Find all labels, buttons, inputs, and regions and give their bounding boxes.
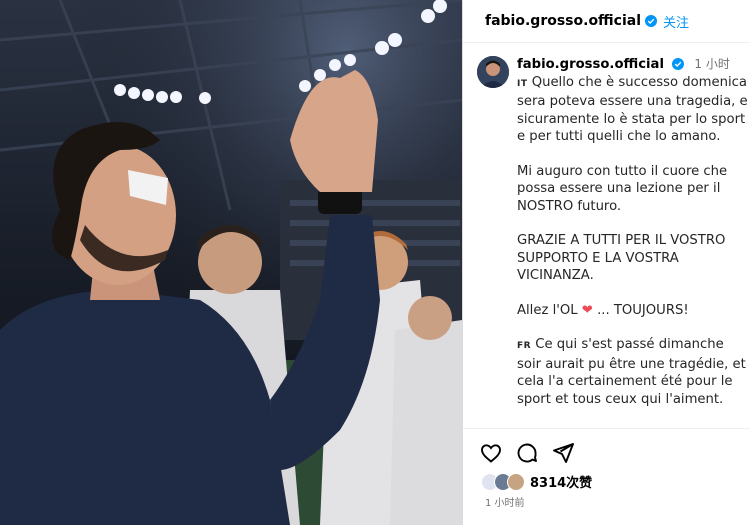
verified-badge-icon (645, 15, 658, 27)
caption-area: fabio.grosso.official 1 小时 IT Quello che… (463, 50, 750, 422)
photo-illustration (0, 0, 462, 525)
lang-flag-fr: FR (517, 341, 532, 351)
caption-paragraph-1: Quello che è successo domenica sera pote… (517, 74, 748, 145)
share-icon[interactable] (551, 441, 575, 465)
post-sidebar: fabio.grosso.official 关注 fabio.grosso.of… (462, 0, 750, 525)
caption-paragraph-5: Ce qui s'est passé dimanche soir aurait … (517, 337, 746, 407)
caption-username[interactable]: fabio.grosso.official (517, 57, 664, 72)
comment-icon[interactable] (515, 441, 539, 465)
avatar[interactable] (477, 56, 509, 88)
posted-ago: 1 小时前 (485, 498, 525, 509)
post-actions: 8314次赞 1 小时前 (463, 428, 750, 529)
caption-paragraph-4: Allez l'OL ❤ ... TOUJOURS! (517, 302, 749, 320)
post-header: fabio.grosso.official 关注 (463, 0, 750, 43)
likes-row: 8314次赞 (481, 472, 592, 491)
post-photo[interactable] (0, 0, 462, 525)
caption-paragraph-4-start: Allez l'OL (517, 302, 578, 318)
avatar-image (477, 56, 509, 88)
caption-paragraph-4-end: ... TOUJOURS! (597, 302, 689, 318)
caption-paragraph-3: GRAZIE A TUTTI PER IL VOSTRO SUPPORTO E … (517, 233, 726, 283)
liker-avatar (507, 472, 525, 491)
heart-icon[interactable] (479, 441, 503, 465)
lang-flag-it: IT (517, 78, 528, 89)
instagram-post-view: fabio.grosso.official 关注 fabio.grosso.of… (0, 0, 750, 525)
likes-count[interactable]: 8314次赞 (530, 472, 592, 491)
verified-badge-icon (672, 58, 685, 70)
caption-text: fabio.grosso.official 1 小时 IT Quello che… (517, 56, 749, 422)
post-time: 1 小时 (694, 57, 730, 71)
heart-emoji-icon: ❤ (581, 302, 593, 318)
header-username[interactable]: fabio.grosso.official (485, 13, 641, 29)
caption-paragraph-2: Mi auguro con tutto il cuore che possa e… (517, 163, 728, 214)
follow-button[interactable]: 关注 (663, 12, 689, 31)
